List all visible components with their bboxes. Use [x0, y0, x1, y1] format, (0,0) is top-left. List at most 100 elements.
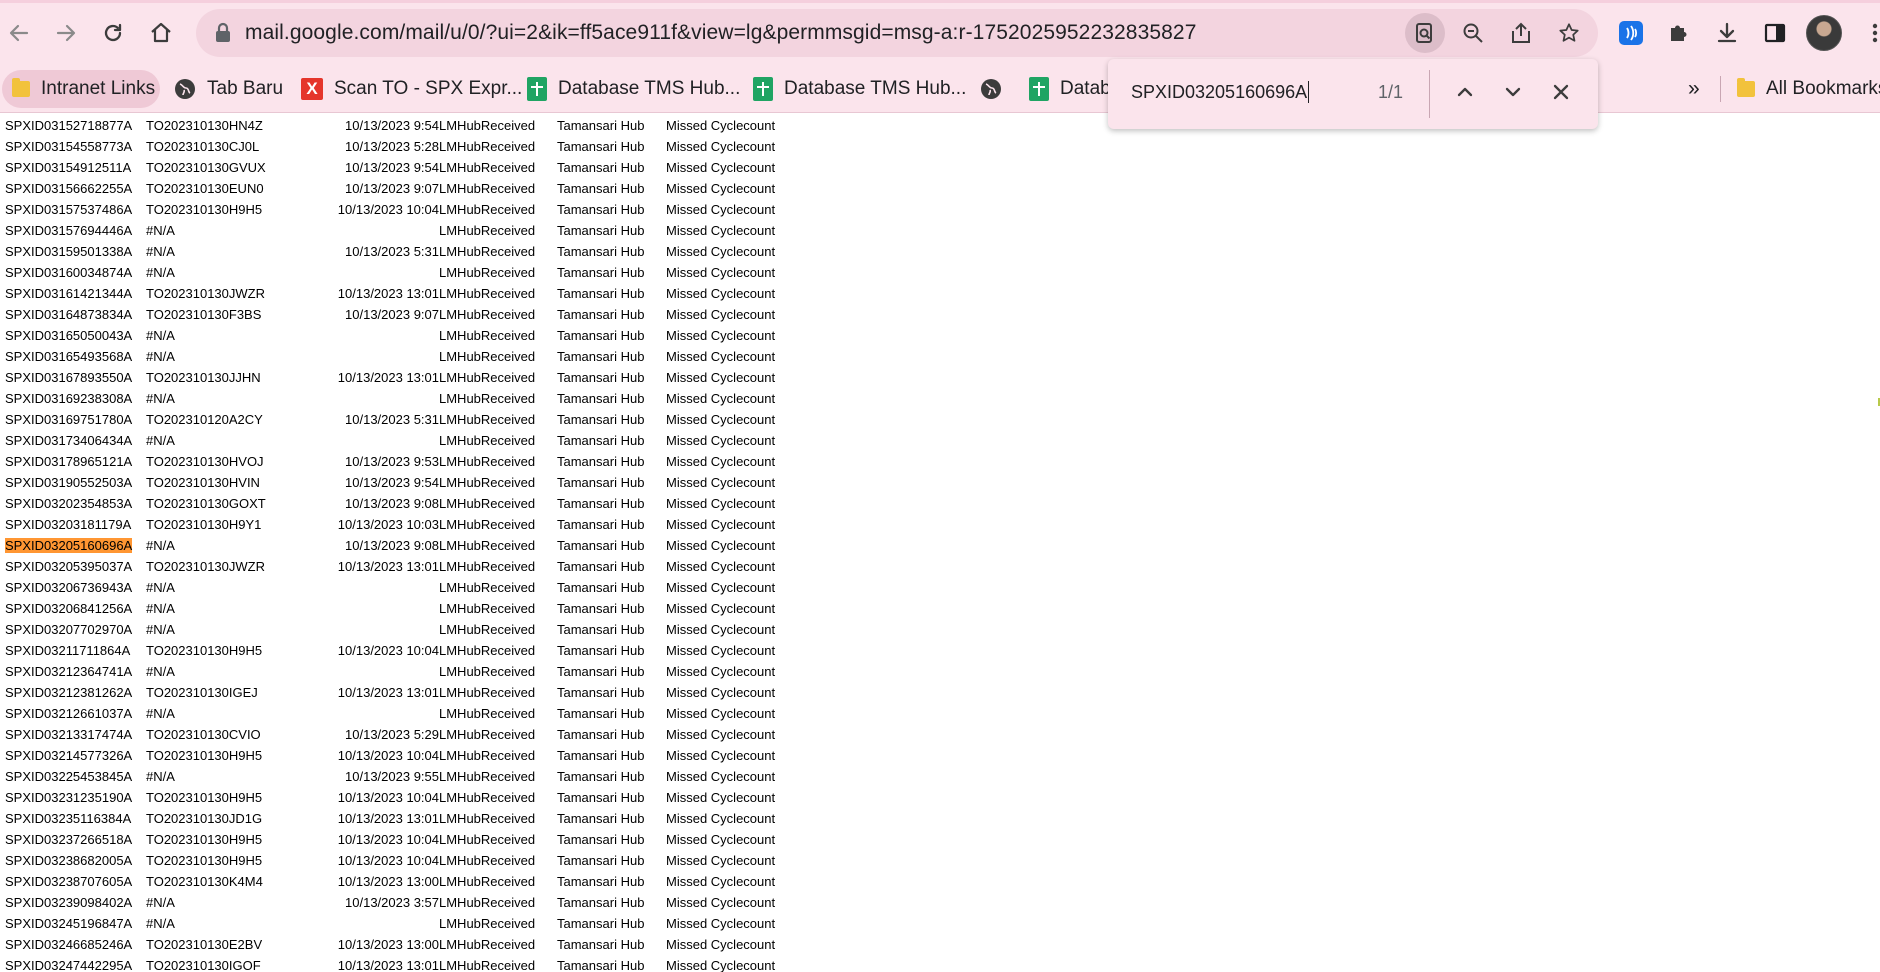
reason-cell: Missed Cyclecount: [666, 580, 776, 595]
shipment-id-cell: SPXID03152718877A: [5, 118, 133, 133]
sheets-icon: [1029, 77, 1049, 101]
hub-cell: Tamansari Hub: [557, 244, 645, 259]
status-cell: LMHubReceived: [439, 790, 536, 805]
home-button[interactable]: [142, 14, 180, 52]
shipment-id-cell: SPXID03212381262A: [5, 685, 133, 700]
to-number-cell: TO202310130H9Y1: [146, 517, 262, 532]
timestamp-cell: 10/13/2023 9:54: [345, 118, 439, 133]
shipment-id-cell: SPXID03235116384A: [5, 811, 132, 826]
status-cell: LMHubReceived: [439, 391, 536, 406]
hub-cell: Tamansari Hub: [557, 811, 645, 826]
to-number-cell: TO202310130CVIO: [146, 727, 261, 742]
shipment-id-cell: SPXID03156662255A: [5, 181, 133, 196]
table-row: SPXID03235116384A TO202310130JD1G 10/13/20…: [0, 808, 806, 829]
side-panel-icon[interactable]: [1756, 14, 1794, 52]
shipment-id-cell: SPXID03246685246A: [5, 937, 133, 952]
hub-cell: Tamansari Hub: [557, 181, 645, 196]
url-text[interactable]: mail.google.com/mail/u/0/?ui=2&ik=ff5ace…: [245, 21, 1196, 45]
reason-cell: Missed Cyclecount: [666, 874, 776, 889]
shipment-id-cell: SPXID03237266518A: [5, 832, 133, 847]
bookmark-globe[interactable]: [976, 70, 1017, 108]
bookmark-scan-to[interactable]: X Scan TO - SPX Expr...: [297, 70, 526, 108]
status-cell: LMHubReceived: [439, 895, 536, 910]
bookmarks-overflow-button[interactable]: »: [1684, 70, 1704, 108]
table-row: SPXID03159501338A #N/A 10/13/2023 5:31 LMHu…: [0, 241, 806, 262]
forward-button[interactable]: [47, 14, 85, 52]
status-cell: LMHubReceived: [439, 496, 536, 511]
table-row: SPXID03190552503A TO202310130HVIN 10/13/20…: [0, 472, 806, 493]
bookmark-label: Intranet Links: [41, 78, 156, 99]
status-cell: LMHubReceived: [439, 601, 536, 616]
reason-cell: Missed Cyclecount: [666, 790, 776, 805]
status-cell: LMHubReceived: [439, 307, 536, 322]
reason-cell: Missed Cyclecount: [666, 895, 776, 910]
hub-cell: Tamansari Hub: [557, 202, 645, 217]
back-button[interactable]: [0, 14, 38, 52]
reload-button[interactable]: [94, 14, 132, 52]
reason-cell: Missed Cyclecount: [666, 937, 776, 952]
bookmark-intranet-links[interactable]: Intranet Links: [2, 70, 160, 108]
find-input[interactable]: SPXID03205160696A: [1131, 81, 1310, 103]
bookmark-database-tms-1[interactable]: Database TMS Hub...: [523, 70, 744, 108]
find-next-button[interactable]: [1495, 76, 1531, 112]
reason-cell: Missed Cyclecount: [666, 391, 776, 406]
find-close-button[interactable]: [1543, 76, 1579, 112]
hub-cell: Tamansari Hub: [557, 601, 645, 616]
find-previous-button[interactable]: [1447, 76, 1483, 112]
reason-cell: Missed Cyclecount: [666, 832, 776, 847]
reason-cell: Missed Cyclecount: [666, 370, 776, 385]
to-number-cell: TO202310130H9H5: [146, 202, 263, 217]
reason-cell: Missed Cyclecount: [666, 286, 776, 301]
hub-cell: Tamansari Hub: [557, 223, 645, 238]
to-number-cell: #N/A: [146, 265, 175, 280]
find-divider: [1429, 70, 1430, 118]
reason-cell: Missed Cyclecount: [666, 202, 776, 217]
timestamp-cell: [306, 598, 439, 619]
timestamp-cell: 10/13/2023 9:53: [345, 454, 439, 469]
bookmark-database-tms-2[interactable]: Database TMS Hub...: [749, 70, 970, 108]
to-number-cell: #N/A: [146, 769, 175, 784]
table-row: SPXID03205395037A TO202310130JWZR 10/13/20…: [0, 556, 806, 577]
browser-toolbar: mail.google.com/mail/u/0/?ui=2&ik=ff5ace…: [0, 0, 1880, 66]
shipment-id-cell: SPXID03231235190A: [5, 790, 133, 805]
profile-avatar[interactable]: [1806, 15, 1842, 51]
all-bookmarks-button[interactable]: All Bookmarks: [1733, 70, 1880, 108]
lock-icon[interactable]: [214, 22, 232, 49]
status-cell: LMHubReceived: [439, 622, 536, 637]
hub-cell: Tamansari Hub: [557, 727, 645, 742]
table-row: SPXID03214577326A TO202310130H9H5 10/13/20…: [0, 745, 806, 766]
shipment-id-cell: SPXID03160034874A: [5, 265, 133, 280]
reason-cell: Missed Cyclecount: [666, 496, 776, 511]
shipment-id-cell: SPXID03214577326A: [5, 748, 133, 763]
table-row: SPXID03160034874A #N/A LMHubReceived Tamans…: [0, 262, 806, 283]
download-icon[interactable]: [1708, 14, 1746, 52]
sheets-icon: [527, 77, 547, 101]
hub-cell: Tamansari Hub: [557, 496, 645, 511]
reason-cell: Missed Cyclecount: [666, 412, 776, 427]
bookmark-datab[interactable]: Datab: [1025, 70, 1115, 108]
status-cell: LMHubReceived: [439, 559, 536, 574]
bookmark-tab-baru[interactable]: Tab Baru: [170, 70, 287, 108]
nfc-extension-icon[interactable]: [1612, 14, 1650, 52]
star-icon[interactable]: [1549, 13, 1589, 53]
table-row: SPXID03213317474A TO202310130CVIO 10/13/20…: [0, 724, 806, 745]
share-icon[interactable]: [1501, 13, 1541, 53]
zoom-out-icon[interactable]: [1453, 13, 1493, 53]
shipment-id-cell: SPXID03247442295A: [5, 958, 133, 972]
timestamp-cell: [306, 430, 439, 451]
find-in-page-icon[interactable]: [1405, 13, 1445, 53]
bookmark-label: Tab Baru: [207, 78, 284, 99]
tab-strip-edge: [0, 0, 1880, 3]
table-row: SPXID03165493568A #N/A LMHubReceived Tamans…: [0, 346, 806, 367]
menu-icon[interactable]: [1856, 14, 1880, 52]
bookmark-label: Scan TO - SPX Expr...: [334, 78, 523, 99]
shipment-id-cell: SPXID03165050043A: [5, 328, 133, 343]
puzzle-icon[interactable]: [1660, 14, 1698, 52]
hub-cell: Tamansari Hub: [557, 370, 645, 385]
table-row: SPXID03238707605A TO202310130K4M4 10/13/20…: [0, 871, 806, 892]
address-bar[interactable]: mail.google.com/mail/u/0/?ui=2&ik=ff5ace…: [196, 9, 1598, 57]
table-row: SPXID03161421344A TO202310130JWZR 10/13/20…: [0, 283, 806, 304]
table-row: SPXID03164873834A TO202310130F3BS 10/13/20…: [0, 304, 806, 325]
reason-cell: Missed Cyclecount: [666, 685, 776, 700]
hub-cell: Tamansari Hub: [557, 916, 645, 931]
